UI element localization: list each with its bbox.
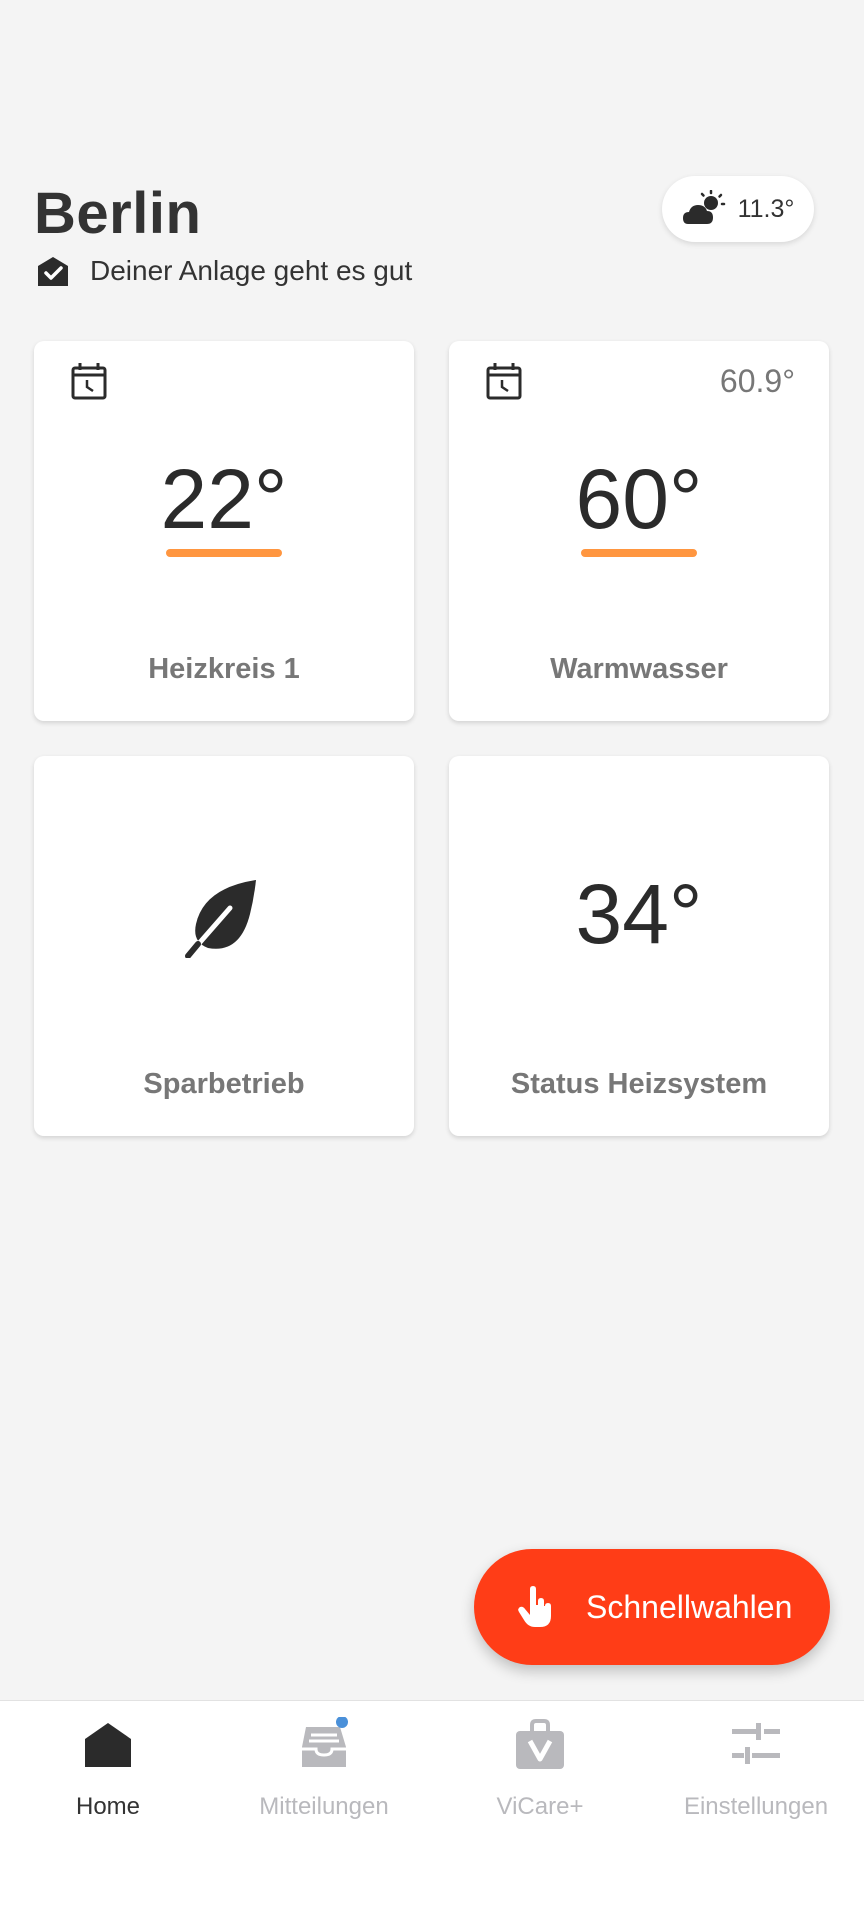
heizsystem-label: Status Heizsystem — [510, 1068, 768, 1100]
leaf-icon — [185, 880, 256, 958]
system-status: Deiner Anlage geht es gut — [36, 254, 412, 288]
quick-actions-label: Schnellwahlen — [586, 1588, 793, 1625]
city-title: Berlin — [34, 181, 202, 246]
bag-vicare-icon — [516, 1719, 564, 1769]
warmwasser-target-temp: 60° — [575, 452, 703, 546]
bottom-navigation: Home Mitteilungen ViCare+ Einstellungen — [0, 1700, 864, 1921]
partly-cloudy-icon — [682, 190, 725, 224]
nav-einstellungen-label: Einstellungen — [683, 1793, 829, 1820]
heizkreis-indicator-bar — [166, 549, 282, 557]
calendar-clock-icon — [486, 363, 522, 400]
quick-actions-button[interactable]: Schnellwahlen — [474, 1549, 830, 1665]
home-icon — [85, 1723, 131, 1767]
shield-check-icon — [38, 257, 68, 286]
sliders-icon — [732, 1723, 780, 1764]
sparbetrieb-label: Sparbetrieb — [143, 1068, 305, 1100]
warmwasser-current-temp: 60.9° — [719, 363, 795, 399]
system-status-text: Deiner Anlage geht es gut — [90, 255, 413, 286]
tile-heizkreis[interactable]: 22° Heizkreis 1 — [34, 341, 414, 721]
notification-badge — [336, 1717, 348, 1728]
outdoor-temperature: 11.3° — [737, 194, 795, 223]
nav-einstellungen[interactable]: Einstellungen — [648, 1701, 864, 1831]
nav-home-label: Home — [75, 1793, 141, 1820]
nav-home[interactable]: Home — [0, 1701, 216, 1831]
nav-mitteilungen-label: Mitteilungen — [259, 1793, 389, 1820]
tile-sparbetrieb[interactable]: Sparbetrieb — [34, 756, 414, 1136]
nav-mitteilungen[interactable]: Mitteilungen — [216, 1701, 432, 1831]
nav-vicare-plus-label: ViCare+ — [496, 1793, 584, 1820]
tile-warmwasser[interactable]: 60.9° 60° Warmwasser — [449, 341, 829, 721]
tile-status-heizsystem[interactable]: 34° Status Heizsystem — [449, 756, 829, 1136]
heizsystem-temp: 34° — [575, 867, 703, 961]
hand-pointer-icon — [518, 1586, 551, 1627]
heizkreis-target-temp: 22° — [160, 452, 288, 546]
nav-vicare-plus[interactable]: ViCare+ — [432, 1701, 648, 1831]
warmwasser-indicator-bar — [581, 549, 697, 557]
warmwasser-label: Warmwasser — [550, 653, 728, 685]
weather-widget[interactable]: 11.3° — [662, 176, 814, 242]
calendar-clock-icon — [71, 363, 107, 400]
inbox-icon — [302, 1717, 348, 1767]
heizkreis-label: Heizkreis 1 — [148, 653, 300, 685]
